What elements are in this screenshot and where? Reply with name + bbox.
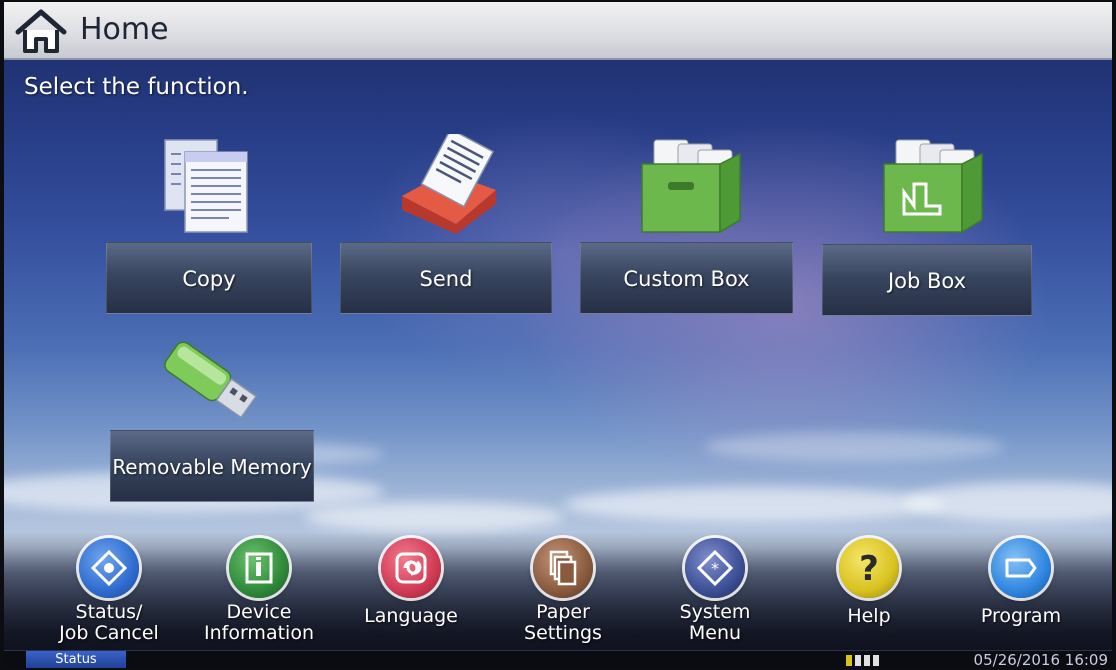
device-label-line1: Device	[226, 601, 292, 623]
system-menu-button[interactable]: * System Menu	[640, 538, 790, 644]
paper-label-line1: Paper	[536, 601, 590, 623]
language-label: Language	[364, 605, 458, 627]
paper-settings-button[interactable]: Paper Settings	[488, 538, 638, 644]
touch-panel-screen: Home Select the function. Copy Send Cust…	[4, 2, 1112, 668]
device-label-line2: Information	[204, 622, 314, 644]
help-button[interactable]: ? Help	[794, 538, 944, 627]
system-label-line1: System	[679, 601, 751, 623]
paper-label-line2: Settings	[524, 622, 602, 644]
status-label-line2: Job Cancel	[59, 622, 159, 644]
home-icon[interactable]	[14, 8, 68, 54]
copy-icon	[164, 139, 248, 233]
custom-box-label: Custom Box	[580, 242, 793, 314]
instruction-text: Select the function.	[24, 74, 249, 100]
program-icon	[991, 538, 1051, 598]
svg-text:?: ?	[859, 549, 879, 589]
help-icon: ?	[839, 538, 899, 598]
header-bar: Home	[4, 2, 1112, 60]
date-time: 05/26/2016 16:09	[973, 651, 1108, 668]
usb-drive-icon	[164, 341, 258, 419]
status-label-line1: Status/	[75, 601, 143, 623]
device-info-icon	[229, 538, 289, 598]
status-bar: Status 05/26/2016 16:09	[4, 650, 1112, 668]
system-menu-icon: *	[685, 538, 745, 598]
job-box-label: Job Box	[822, 244, 1032, 316]
program-button[interactable]: Program	[946, 538, 1096, 627]
send-label: Send	[340, 242, 552, 314]
removable-memory-label: Removable Memory	[110, 430, 314, 502]
language-button[interactable]: Language	[336, 538, 486, 627]
language-icon	[381, 538, 441, 598]
svg-text:*: *	[711, 559, 719, 578]
help-label: Help	[847, 605, 891, 627]
custom-box-icon	[641, 139, 741, 234]
status-job-cancel-button[interactable]: Status/Job Cancel	[34, 538, 184, 644]
job-box-icon	[883, 139, 983, 234]
status-icon	[79, 538, 139, 598]
paper-settings-icon	[533, 538, 593, 598]
program-label: Program	[980, 605, 1062, 627]
device-information-button[interactable]: Device Information	[184, 538, 334, 644]
toner-level-icon	[846, 655, 879, 666]
send-icon	[402, 134, 496, 234]
page-title: Home	[80, 12, 169, 47]
system-label-line2: Menu	[688, 622, 742, 644]
copy-label: Copy	[106, 242, 312, 314]
status-tab[interactable]: Status	[26, 651, 126, 668]
